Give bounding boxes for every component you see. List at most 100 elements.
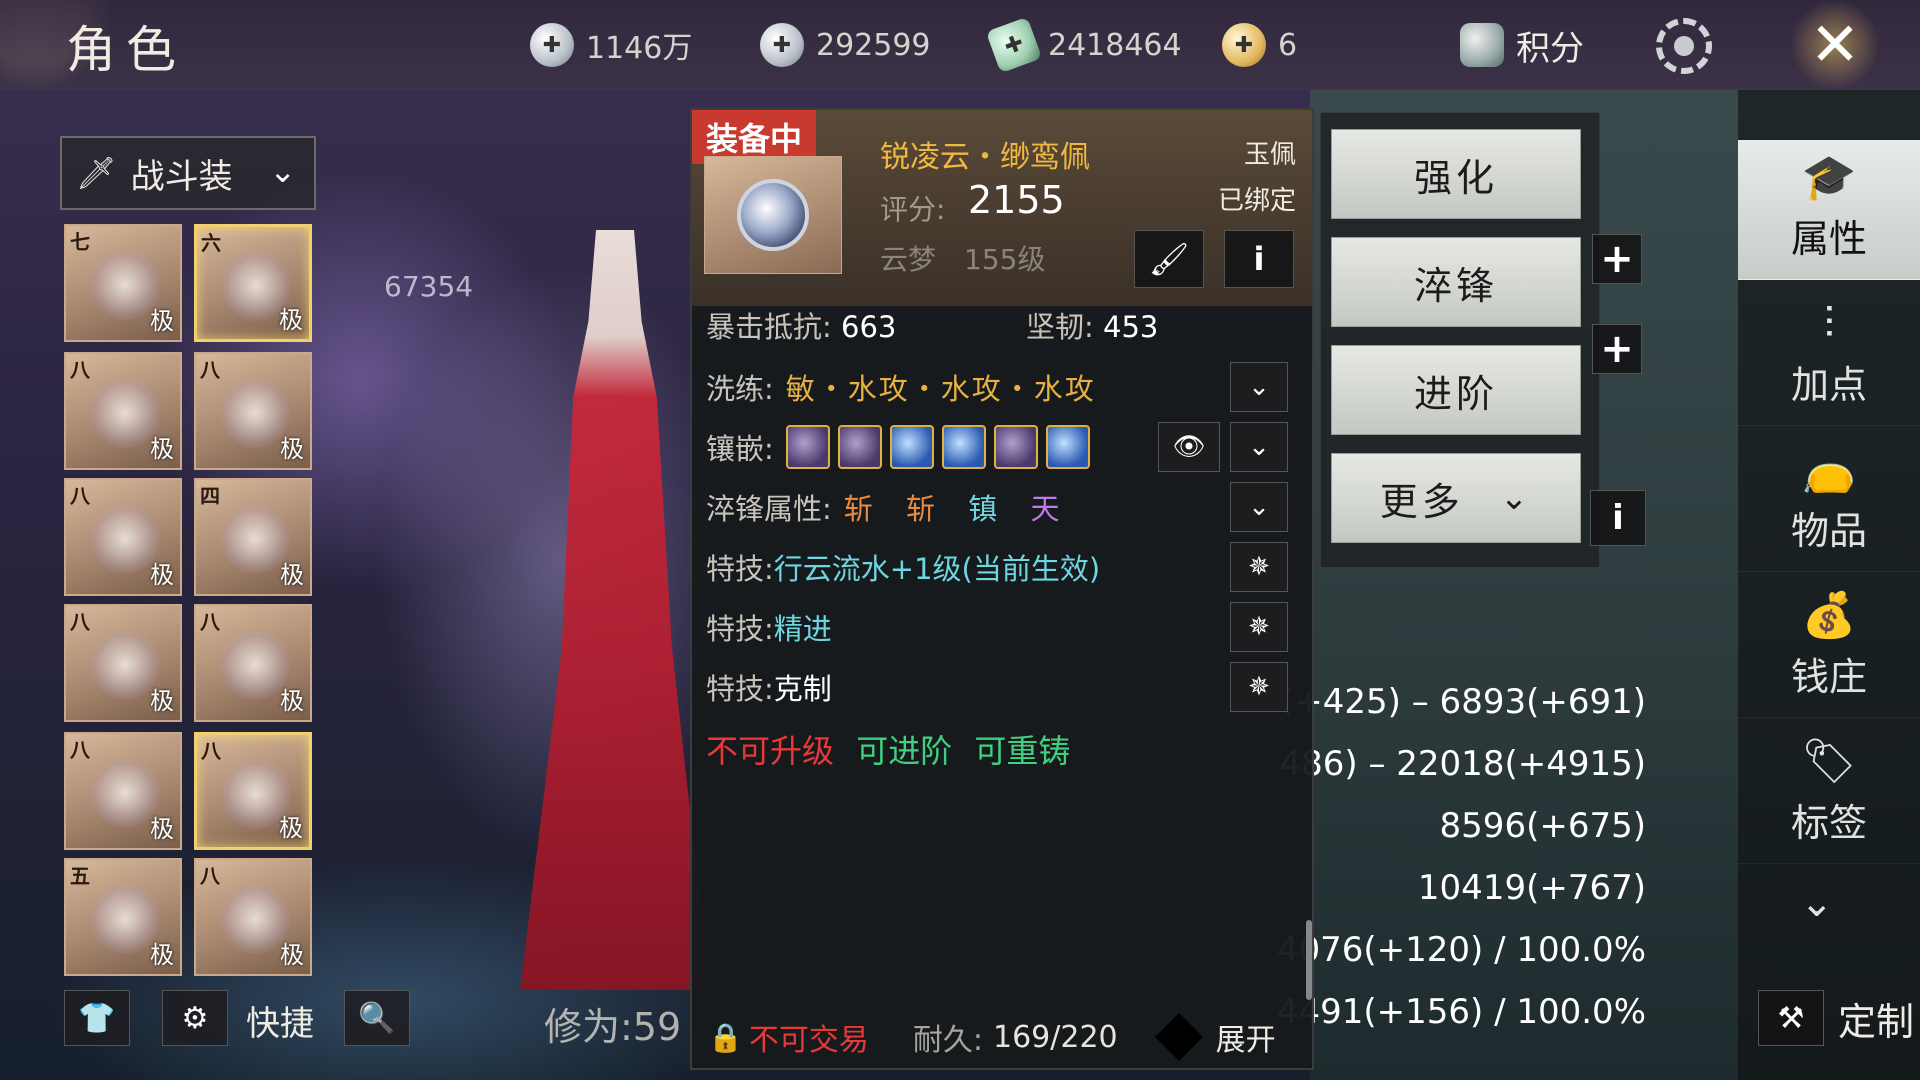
search-icon[interactable]: 🔍 xyxy=(344,990,410,1046)
plus-icon[interactable]: + xyxy=(1592,324,1642,374)
item-name: 锐凌云・缈鸾佩 xyxy=(880,140,1090,175)
skill-star-icon[interactable]: ✵ xyxy=(1230,542,1288,592)
slot-grade: 极 xyxy=(150,307,174,335)
stat-value: (+425) – 6893(+691) xyxy=(1281,682,1646,722)
item-score-label: 评分: xyxy=(880,193,946,226)
chevron-down-icon[interactable]: ⌄ xyxy=(1230,482,1288,532)
item-score: 2155 xyxy=(968,178,1065,222)
brush-icon[interactable]: 🖌 xyxy=(1134,230,1204,288)
stat-toughness: 坚韧: 453 xyxy=(1026,304,1158,346)
nav-label: 物品 xyxy=(1790,509,1867,553)
equip-slot-necklace[interactable]: 七 极 xyxy=(64,224,182,342)
nav-add-points[interactable]: ⫶ 加点 xyxy=(1738,286,1920,426)
slot-grade: 极 xyxy=(150,435,174,463)
money-bag-icon: 💰 xyxy=(1801,590,1857,641)
temper-row: 淬锋属性: 斩 斩 镇 天 ⌄ xyxy=(706,480,1296,534)
skill-star-icon[interactable]: ✵ xyxy=(1230,662,1288,712)
customize-label: 定制 xyxy=(1838,999,1915,1044)
nav-tags[interactable]: 🏷 标签 xyxy=(1738,724,1920,864)
score-button[interactable]: 积分 xyxy=(1460,20,1584,70)
equip-slot-weapon[interactable]: 六 极 xyxy=(194,224,312,342)
outfit-label: 战斗装 xyxy=(130,156,233,197)
no-trade-label: 不可交易 xyxy=(748,1023,869,1058)
currency-silver[interactable]: ✚ 292599 xyxy=(760,20,931,70)
plus-icon[interactable]: + xyxy=(1592,234,1642,284)
stat-crit-resist: 暴击抵抗: 663 xyxy=(706,304,896,346)
slot-grade: 极 xyxy=(279,306,303,334)
slot-tier: 五 xyxy=(70,864,90,888)
equip-slot-ring2[interactable]: 八 极 xyxy=(194,732,312,850)
gem-slot[interactable] xyxy=(1045,425,1090,469)
outfit-dropdown[interactable]: 🗡 战斗装 ⌄ xyxy=(60,136,316,210)
nav-attributes[interactable]: 🎓 属性 xyxy=(1738,140,1920,280)
currency-gold[interactable]: ✚ 6 xyxy=(1222,20,1297,70)
gem-slot[interactable] xyxy=(837,425,882,469)
refine-label: 洗练: xyxy=(706,372,774,406)
more-button[interactable]: 更多 ⌄ xyxy=(1331,453,1581,543)
score-label: 积分 xyxy=(1516,28,1584,69)
equip-slot-belt[interactable]: 八 极 xyxy=(64,732,182,850)
advance-button[interactable]: 进阶 xyxy=(1331,345,1581,435)
wardrobe-icon[interactable]: 👕 xyxy=(64,990,130,1046)
currency-jade[interactable]: ✚ 2418464 xyxy=(985,16,1182,74)
pendant-icon xyxy=(737,179,809,251)
scrollbar[interactable] xyxy=(1306,920,1312,1000)
gem-slot[interactable] xyxy=(941,425,986,469)
slot-grade: 极 xyxy=(150,561,174,589)
coin-icon: ✚ xyxy=(530,23,574,67)
item-status-row: 不可升级 可进阶 可重铸 xyxy=(706,726,1082,772)
skill-value: 精进 xyxy=(773,612,832,646)
stat-value: 4491(+156) / 100.0% xyxy=(1276,992,1646,1032)
slot-tier: 八 xyxy=(200,610,220,634)
skill-label: 特技: xyxy=(706,612,774,646)
quick-label[interactable]: 快捷 xyxy=(246,996,314,1045)
gem-slot[interactable] xyxy=(785,425,830,469)
chevron-down-icon[interactable]: ⌄ xyxy=(1230,422,1288,472)
chevron-down-icon[interactable]: ⌄ xyxy=(1230,362,1288,412)
enhance-button[interactable]: 强化 xyxy=(1331,129,1581,219)
info-icon[interactable]: i xyxy=(1224,230,1294,288)
status-can-advance: 可进阶 xyxy=(856,732,953,770)
stat-value: 8596(+675) xyxy=(1439,806,1646,846)
customize-button[interactable]: ⚒ 定制 xyxy=(1758,990,1914,1046)
gem-slot[interactable] xyxy=(993,425,1038,469)
equip-slot-bracelet[interactable]: 八 极 xyxy=(194,352,312,470)
slot-tier: 八 xyxy=(200,864,220,888)
chevron-down-icon[interactable]: ⌄ xyxy=(1800,880,1834,926)
skill-value: 克制 xyxy=(773,672,832,706)
durability-label: 耐久: xyxy=(912,1023,983,1058)
slot-grade: 极 xyxy=(280,561,304,589)
equip-slot-head[interactable]: 八 极 xyxy=(64,352,182,470)
stat-label: 暴击抵抗: xyxy=(706,310,832,344)
item-type: 玉佩 xyxy=(1243,140,1296,170)
equip-slot-ring1[interactable]: 八 极 xyxy=(194,604,312,722)
slot-tier: 七 xyxy=(70,230,90,254)
refine-row: 洗练: 敏・水攻・水攻・水攻 ⌄ xyxy=(706,360,1296,414)
skill-star-icon[interactable]: ✵ xyxy=(1230,602,1288,652)
info-icon[interactable]: i xyxy=(1590,490,1646,546)
sword-icon: 🗡 xyxy=(76,154,117,192)
temper-button[interactable]: 淬锋 xyxy=(1331,237,1581,327)
nav-bank[interactable]: 💰 钱庄 xyxy=(1738,578,1920,718)
equip-slot-armor[interactable]: 八 极 xyxy=(64,478,182,596)
gem-slot[interactable] xyxy=(889,425,934,469)
item-footer: 🔒 不可交易 耐久: 169/220 展开 xyxy=(692,1006,1312,1068)
hammer-icon: ⚒ xyxy=(1758,990,1824,1046)
equip-slot-shoulder[interactable]: 八 极 xyxy=(64,604,182,722)
slot-tier: 八 xyxy=(70,484,90,508)
equip-slot-boots[interactable]: 五 极 xyxy=(64,858,182,976)
eye-icon[interactable]: 👁 xyxy=(1158,422,1220,472)
expand-button[interactable]: 展开 xyxy=(1216,1015,1276,1059)
slot-tier: 四 xyxy=(200,484,220,508)
slot-grade: 极 xyxy=(150,687,174,715)
page-title: 角色 xyxy=(66,21,186,79)
settings-gear-icon[interactable] xyxy=(1656,18,1712,74)
close-icon[interactable]: ✕ xyxy=(1790,0,1880,90)
stat-value: 663 xyxy=(841,310,897,344)
currency-coins[interactable]: ✚ 1146万 xyxy=(530,20,692,70)
nav-label: 属性 xyxy=(1790,217,1867,261)
equip-slot-offhand[interactable]: 四 极 xyxy=(194,478,312,596)
gear-icon[interactable]: ⚙ xyxy=(162,990,228,1046)
nav-items[interactable]: 👝 物品 xyxy=(1738,432,1920,572)
equip-slot-pendant[interactable]: 八 极 xyxy=(194,858,312,976)
